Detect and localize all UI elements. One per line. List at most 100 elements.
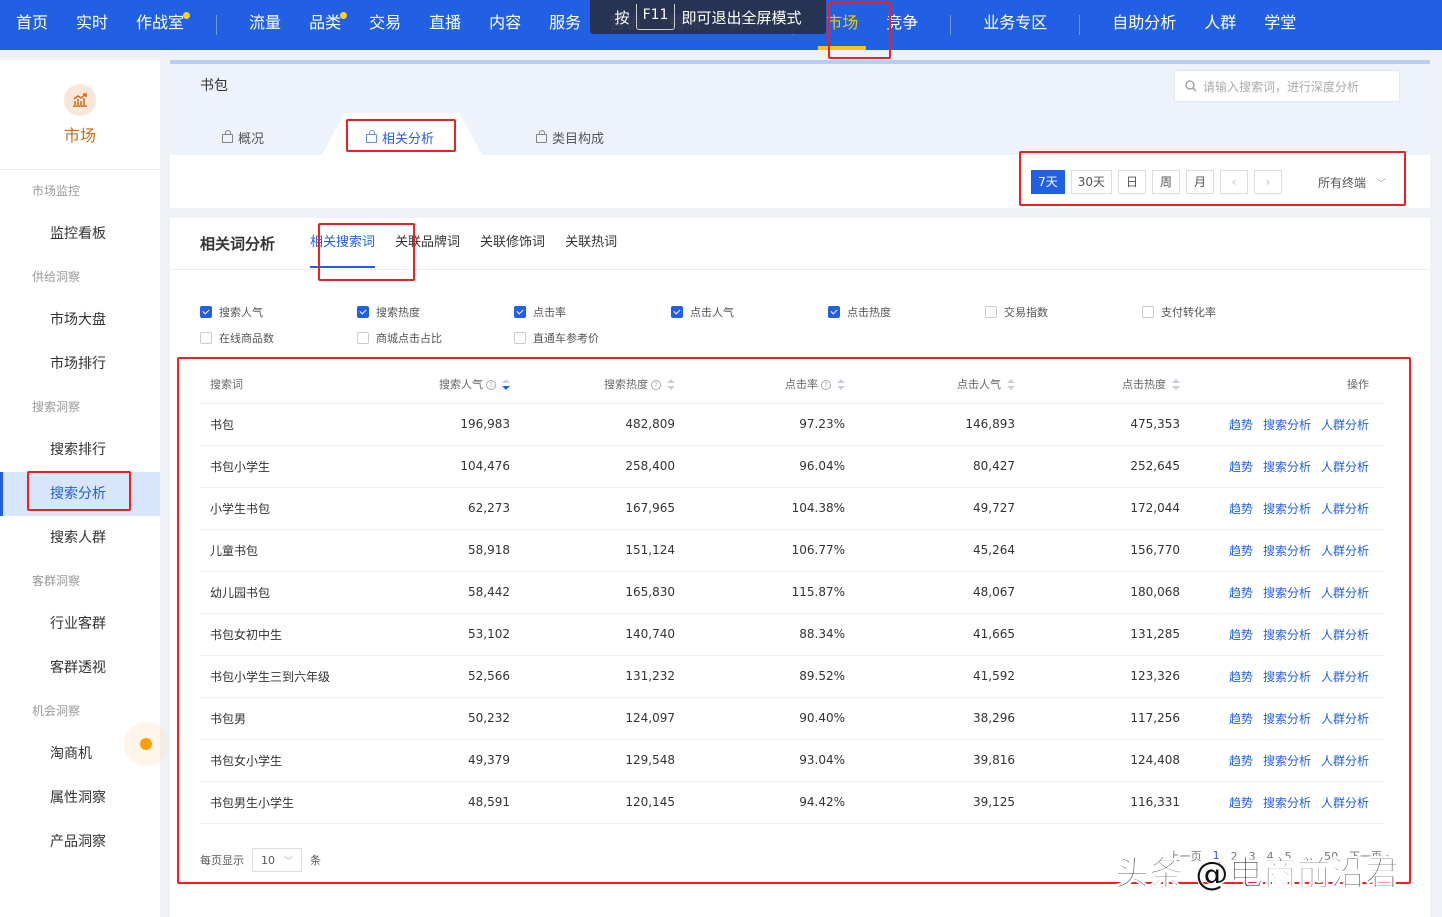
checkbox-checked-icon[interactable] [828, 306, 840, 318]
trend-link[interactable]: 趋势 [1229, 418, 1253, 432]
audience-analysis-link[interactable]: 人群分析 [1321, 712, 1369, 726]
nav-item[interactable]: 流量 [235, 0, 295, 50]
analysis-tab[interactable]: 关联品牌词 [395, 218, 460, 270]
audience-analysis-link[interactable]: 人群分析 [1321, 796, 1369, 810]
audience-analysis-link[interactable]: 人群分析 [1321, 460, 1369, 474]
period-button[interactable]: 日 [1117, 170, 1146, 194]
sidebar-item[interactable]: 市场排行 [0, 342, 160, 386]
nav-item[interactable]: 人群 [1190, 0, 1250, 50]
analysis-tab[interactable]: 关联热词 [565, 218, 617, 270]
sidebar-item[interactable]: 搜索排行 [0, 428, 160, 472]
trend-link[interactable]: 趋势 [1229, 502, 1253, 516]
checkbox-empty-icon[interactable] [985, 306, 997, 318]
audience-analysis-link[interactable]: 人群分析 [1321, 418, 1369, 432]
search-analysis-link[interactable]: 搜索分析 [1263, 796, 1311, 810]
period-button[interactable]: 月 [1185, 170, 1214, 194]
search-analysis-link[interactable]: 搜索分析 [1263, 628, 1311, 642]
search-analysis-link[interactable]: 搜索分析 [1263, 502, 1311, 516]
search-analysis-link[interactable]: 搜索分析 [1263, 712, 1311, 726]
metric-checkbox[interactable]: 在线商品数 [200, 330, 357, 346]
col-click-heat[interactable]: 点击热度 [1015, 365, 1180, 404]
sidebar-item[interactable]: 产品洞察 [0, 820, 160, 864]
nav-item[interactable]: 竞争 [872, 0, 932, 50]
search-analysis-link[interactable]: 搜索分析 [1263, 586, 1311, 600]
checkbox-checked-icon[interactable] [671, 306, 683, 318]
sort-icon[interactable] [1007, 379, 1015, 391]
audience-analysis-link[interactable]: 人群分析 [1321, 754, 1369, 768]
trend-link[interactable]: 趋势 [1229, 460, 1253, 474]
sidebar-item[interactable]: 属性洞察 [0, 776, 160, 820]
search-analysis-link[interactable]: 搜索分析 [1263, 544, 1311, 558]
col-search-heat[interactable]: 搜索热度? [510, 365, 675, 404]
tab-overview[interactable]: 概况 [222, 118, 264, 156]
period-button[interactable]: 7天 [1031, 170, 1065, 194]
search-analysis-link[interactable]: 搜索分析 [1263, 670, 1311, 684]
sidebar-item[interactable]: 市场大盘 [0, 298, 160, 342]
nav-item[interactable]: 内容 [475, 0, 535, 50]
checkbox-checked-icon[interactable] [357, 306, 369, 318]
next-period-button[interactable]: › [1253, 170, 1282, 194]
trend-link[interactable]: 趋势 [1229, 754, 1253, 768]
sidebar-item[interactable]: 监控看板 [0, 212, 160, 256]
sidebar-item[interactable]: 搜索人群 [0, 516, 160, 560]
sort-icon[interactable] [1172, 379, 1180, 391]
nav-item[interactable]: 首页 [0, 0, 62, 50]
nav-item[interactable]: 交易 [355, 0, 415, 50]
metric-checkbox[interactable]: 搜索热度 [357, 304, 514, 320]
prev-period-button[interactable]: ‹ [1219, 170, 1248, 194]
metric-checkbox[interactable]: 搜索人气 [200, 304, 357, 320]
tab-category-composition[interactable]: 类目构成 [536, 118, 604, 156]
search-analysis-link[interactable]: 搜索分析 [1263, 460, 1311, 474]
checkbox-empty-icon[interactable] [200, 332, 212, 344]
terminal-select[interactable]: 所有终端 ﹀ [1318, 174, 1386, 191]
trend-link[interactable]: 趋势 [1229, 544, 1253, 558]
col-click-popularity[interactable]: 点击人气 [845, 365, 1015, 404]
audience-analysis-link[interactable]: 人群分析 [1321, 670, 1369, 684]
search-analysis-link[interactable]: 搜索分析 [1263, 418, 1311, 432]
metric-checkbox[interactable]: 点击人气 [671, 304, 828, 320]
sort-icon[interactable] [667, 379, 675, 391]
period-button[interactable]: 30天 [1070, 170, 1112, 194]
col-click-rate[interactable]: 点击率? [675, 365, 845, 404]
help-icon[interactable]: ? [651, 379, 661, 390]
sidebar-item[interactable]: 客群透视 [0, 646, 160, 690]
nav-item[interactable]: 自助分析 [1098, 0, 1190, 50]
nav-item[interactable]: 直播 [415, 0, 475, 50]
checkbox-checked-icon[interactable] [200, 306, 212, 318]
sort-icon[interactable] [837, 379, 845, 391]
tab-related-analysis[interactable]: 相关分析 [366, 118, 434, 156]
checkbox-empty-icon[interactable] [357, 332, 369, 344]
help-icon[interactable]: ? [821, 379, 831, 390]
checkbox-empty-icon[interactable] [1142, 306, 1154, 318]
nav-item[interactable]: 品类 [295, 0, 355, 50]
checkbox-checked-icon[interactable] [514, 306, 526, 318]
metric-checkbox[interactable]: 支付转化率 [1142, 304, 1299, 320]
trend-link[interactable]: 趋势 [1229, 796, 1253, 810]
analysis-tab[interactable]: 关联修饰词 [480, 218, 545, 270]
keyword-search-input[interactable]: 请输入搜索词，进行深度分析 [1174, 70, 1400, 102]
analysis-tab[interactable]: 相关搜索词 [310, 218, 376, 270]
nav-item[interactable]: 服务 [535, 0, 595, 50]
nav-item[interactable]: 学堂 [1250, 0, 1310, 50]
trend-link[interactable]: 趋势 [1229, 586, 1253, 600]
sort-icon[interactable] [502, 379, 510, 391]
audience-analysis-link[interactable]: 人群分析 [1321, 586, 1369, 600]
trend-link[interactable]: 趋势 [1229, 670, 1253, 684]
floating-assistant-dot[interactable] [124, 722, 168, 766]
period-button[interactable]: 周 [1151, 170, 1180, 194]
audience-analysis-link[interactable]: 人群分析 [1321, 502, 1369, 516]
sidebar-item[interactable]: 行业客群 [0, 602, 160, 646]
nav-item[interactable]: 业务专区 [969, 0, 1061, 50]
col-search-popularity[interactable]: 搜索人气? [400, 365, 510, 404]
metric-checkbox[interactable]: 交易指数 [985, 304, 1142, 320]
trend-link[interactable]: 趋势 [1229, 712, 1253, 726]
nav-item[interactable]: 实时 [62, 0, 122, 50]
metric-checkbox[interactable]: 点击热度 [828, 304, 985, 320]
audience-analysis-link[interactable]: 人群分析 [1321, 628, 1369, 642]
metric-checkbox[interactable]: 直通车参考价 [514, 330, 671, 346]
metric-checkbox[interactable]: 商城点击占比 [357, 330, 514, 346]
audience-analysis-link[interactable]: 人群分析 [1321, 544, 1369, 558]
metric-checkbox[interactable]: 点击率 [514, 304, 671, 320]
search-analysis-link[interactable]: 搜索分析 [1263, 754, 1311, 768]
nav-item[interactable]: 作战室 [122, 0, 198, 50]
